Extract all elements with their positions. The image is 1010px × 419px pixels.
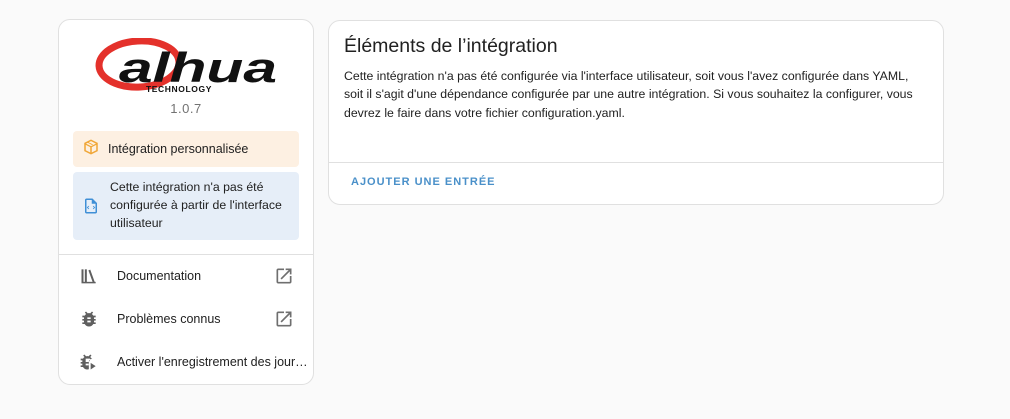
yaml-config-text: Cette intégration n'a pas été configurée… (110, 180, 282, 230)
known-issues-link[interactable]: Problèmes connus (59, 299, 313, 339)
package-icon (82, 138, 100, 161)
documentation-label: Documentation (117, 269, 202, 283)
links-divider (59, 254, 313, 255)
card-actions-divider (329, 162, 943, 163)
known-issues-label: Problèmes connus (117, 312, 221, 326)
dahua-logo: alhua TECHNOLOGY (59, 37, 313, 100)
enable-debug-logging-label: Activer l'enregistrement des journaux de… (117, 355, 309, 369)
custom-integration-label: Intégration personnalisée (108, 142, 249, 156)
bug-icon (79, 309, 99, 329)
integration-version: 1.0.7 (170, 101, 202, 116)
integration-entries-card: Éléments de l’intégration Cette intégrat… (328, 20, 944, 205)
open-in-new-icon (274, 266, 294, 286)
enable-debug-logging-link[interactable]: Activer l'enregistrement des journaux de… (59, 342, 313, 382)
book-shelf-icon (79, 266, 99, 286)
file-code-icon (82, 197, 100, 220)
integration-info-card: alhua TECHNOLOGY 1.0.7 Intégration perso… (58, 19, 314, 385)
bug-play-icon (79, 352, 99, 372)
yaml-config-banner: Cette intégration n'a pas été configurée… (73, 172, 299, 240)
entries-card-description: Cette intégration n'a pas été configurée… (344, 69, 913, 120)
entries-card-title: Éléments de l’intégration (344, 35, 558, 57)
open-in-new-icon (274, 309, 294, 329)
custom-integration-banner: Intégration personnalisée (73, 131, 299, 167)
add-entry-button[interactable]: AJOUTER UNE ENTRÉE (344, 167, 503, 197)
logo-subtext: TECHNOLOGY (146, 84, 212, 94)
documentation-link[interactable]: Documentation (59, 256, 313, 296)
